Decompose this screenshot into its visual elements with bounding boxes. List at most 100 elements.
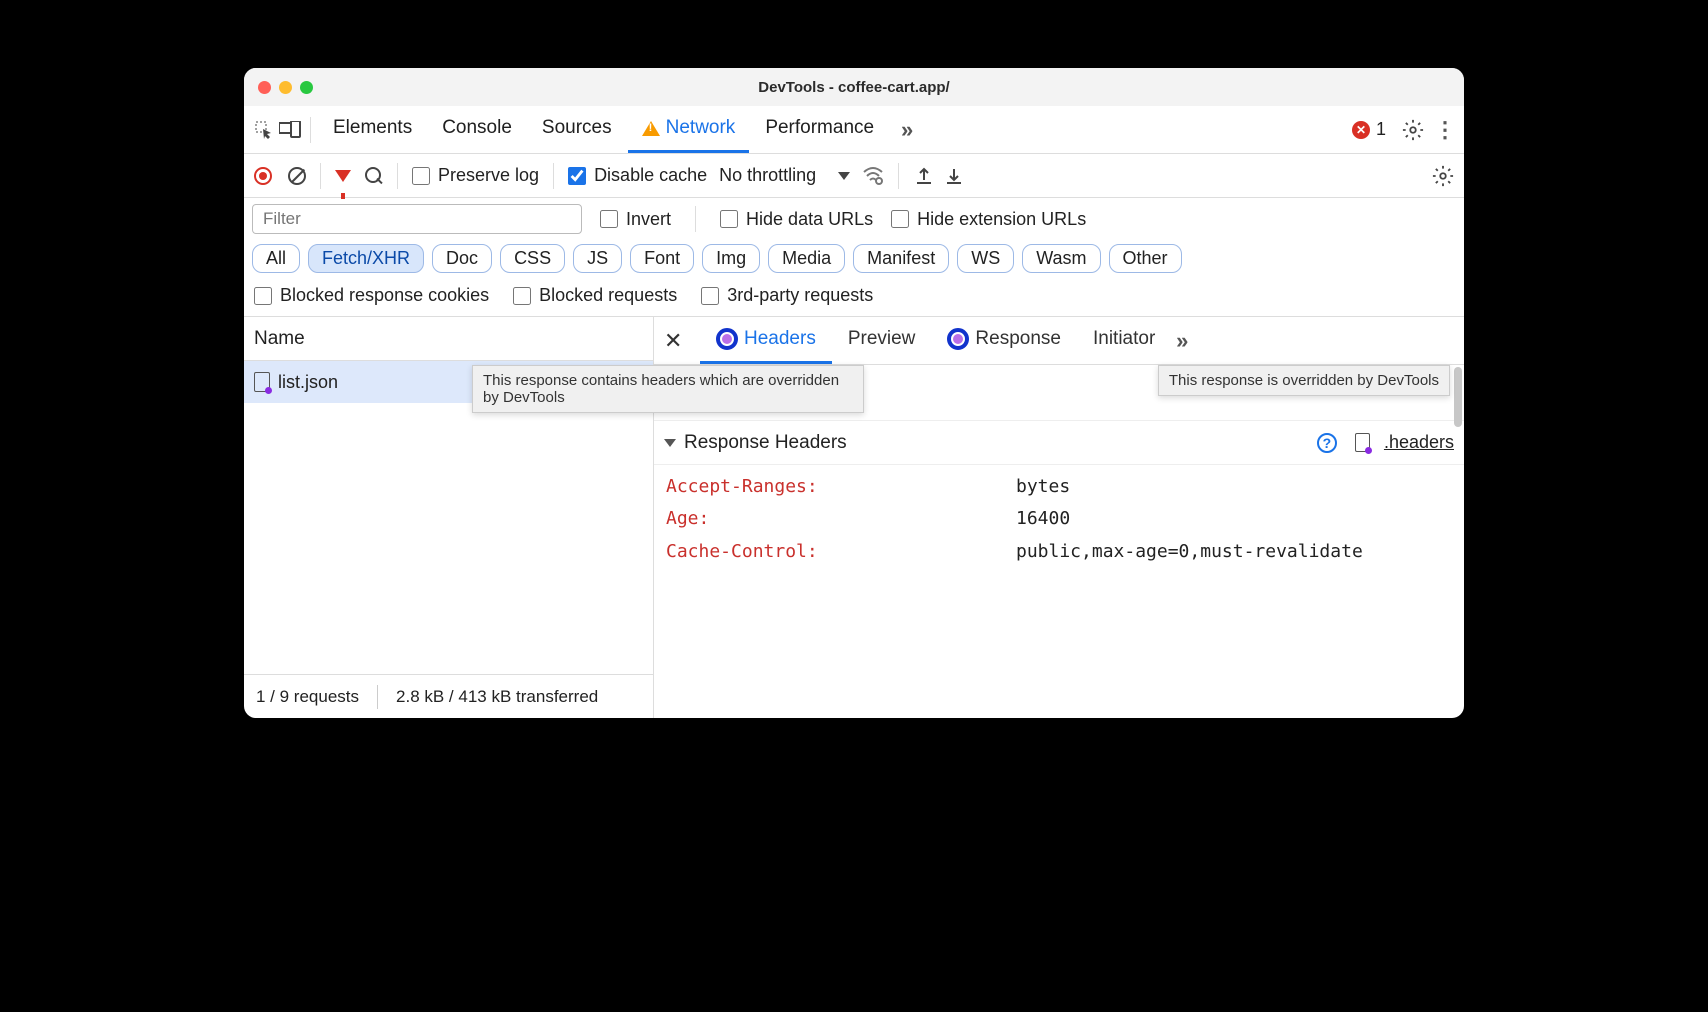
tab-headers[interactable]: Headers — [700, 317, 832, 364]
blocked-requests-checkbox[interactable]: Blocked requests — [513, 285, 677, 306]
chip-doc[interactable]: Doc — [432, 244, 492, 273]
search-icon[interactable] — [365, 167, 383, 185]
header-name: Accept-Ranges: — [666, 471, 1016, 503]
help-icon[interactable]: ? — [1317, 433, 1337, 453]
preserve-log-checkbox[interactable]: Preserve log — [412, 165, 539, 186]
disable-cache-label: Disable cache — [594, 165, 707, 186]
file-override-icon — [254, 372, 270, 392]
chip-css[interactable]: CSS — [500, 244, 565, 273]
disable-cache-input[interactable] — [568, 167, 586, 185]
tab-headers-label: Headers — [744, 328, 816, 350]
throttling-select[interactable]: No throttling — [715, 165, 854, 186]
divider — [553, 163, 554, 189]
tab-response[interactable]: Response — [931, 317, 1077, 364]
tab-network[interactable]: Network — [628, 106, 750, 153]
filter-row-3: Blocked response cookies Blocked request… — [244, 281, 1464, 317]
more-detail-tabs-icon[interactable]: » — [1171, 330, 1193, 352]
inspect-icon[interactable] — [252, 120, 276, 140]
blocked-response-cookies-input[interactable] — [254, 287, 272, 305]
chevron-down-icon — [838, 172, 850, 180]
invert-checkbox[interactable]: Invert — [600, 209, 671, 230]
response-headers-title[interactable]: Response Headers ? .headers — [654, 421, 1464, 465]
third-party-input[interactable] — [701, 287, 719, 305]
scrollbar-thumb[interactable] — [1454, 367, 1462, 427]
hide-extension-urls-input[interactable] — [891, 210, 909, 228]
chip-font[interactable]: Font — [630, 244, 694, 273]
divider — [377, 685, 378, 709]
close-details-button[interactable]: ✕ — [664, 328, 690, 354]
invert-input[interactable] — [600, 210, 618, 228]
chip-all[interactable]: All — [252, 244, 300, 273]
window-title: DevTools - coffee-cart.app/ — [244, 79, 1464, 96]
chip-fetch-xhr[interactable]: Fetch/XHR — [308, 244, 424, 273]
settings-icon[interactable] — [1402, 119, 1424, 141]
more-tabs-icon[interactable]: » — [896, 119, 918, 141]
tab-network-label: Network — [666, 117, 736, 139]
header-value: bytes — [1016, 471, 1452, 503]
error-count[interactable]: ✕ 1 — [1352, 119, 1386, 140]
details-tabs: ✕ Headers Preview Response Initiator » T… — [654, 317, 1464, 365]
devtools-window: DevTools - coffee-cart.app/ Elements Con… — [244, 68, 1464, 718]
disable-cache-checkbox[interactable]: Disable cache — [568, 165, 707, 186]
headers-file-icon — [1355, 433, 1370, 452]
filter-row-1: Invert Hide data URLs Hide extension URL… — [244, 198, 1464, 240]
error-count-value: 1 — [1376, 119, 1386, 140]
hide-data-urls-input[interactable] — [720, 210, 738, 228]
preserve-log-label: Preserve log — [438, 165, 539, 186]
chip-img[interactable]: Img — [702, 244, 760, 273]
throttling-value: No throttling — [719, 165, 816, 186]
filter-input[interactable] — [252, 204, 582, 234]
network-conditions-icon[interactable] — [862, 165, 884, 187]
divider — [310, 117, 311, 143]
tab-performance[interactable]: Performance — [751, 106, 888, 153]
hide-extension-urls-label: Hide extension URLs — [917, 209, 1086, 230]
clear-button[interactable] — [288, 167, 306, 185]
tab-sources[interactable]: Sources — [528, 106, 626, 153]
response-headers-label: Response Headers — [684, 432, 847, 454]
chip-manifest[interactable]: Manifest — [853, 244, 949, 273]
network-toolbar: Preserve log Disable cache No throttling — [244, 154, 1464, 198]
hide-extension-urls-checkbox[interactable]: Hide extension URLs — [891, 209, 1086, 230]
hide-data-urls-label: Hide data URLs — [746, 209, 873, 230]
warning-icon — [642, 121, 660, 136]
main-tabs: Elements Console Sources Network Perform… — [244, 106, 1464, 154]
status-count: 1 / 9 requests — [256, 687, 359, 707]
upload-icon[interactable] — [913, 165, 935, 187]
header-row: Age: 16400 — [666, 503, 1452, 535]
chip-media[interactable]: Media — [768, 244, 845, 273]
chip-js[interactable]: JS — [573, 244, 622, 273]
chip-wasm[interactable]: Wasm — [1022, 244, 1100, 273]
blocked-requests-input[interactable] — [513, 287, 531, 305]
preserve-log-input[interactable] — [412, 167, 430, 185]
panels: Name list.json 1 / 9 requests 2.8 kB / 4… — [244, 317, 1464, 718]
divider — [695, 206, 696, 232]
network-settings-icon[interactable] — [1432, 165, 1454, 187]
chip-other[interactable]: Other — [1109, 244, 1182, 273]
tab-preview[interactable]: Preview — [832, 317, 932, 364]
col-header-name[interactable]: Name — [244, 317, 653, 361]
chip-ws[interactable]: WS — [957, 244, 1014, 273]
tab-console[interactable]: Console — [428, 106, 526, 153]
tab-elements[interactable]: Elements — [319, 106, 426, 153]
header-row: Cache-Control: public,max-age=0,must-rev… — [666, 536, 1452, 568]
headers-list: Accept-Ranges: bytes Age: 16400 Cache-Co… — [654, 465, 1464, 574]
headers-link[interactable]: .headers — [1384, 432, 1454, 453]
device-toggle-icon[interactable] — [278, 121, 302, 139]
header-value: 16400 — [1016, 503, 1452, 535]
invert-label: Invert — [626, 209, 671, 230]
filter-chips: All Fetch/XHR Doc CSS JS Font Img Media … — [244, 240, 1464, 281]
download-icon[interactable] — [943, 165, 965, 187]
hide-data-urls-checkbox[interactable]: Hide data URLs — [720, 209, 873, 230]
blocked-response-cookies-checkbox[interactable]: Blocked response cookies — [254, 285, 489, 306]
collapse-icon — [664, 439, 676, 447]
header-name: Cache-Control: — [666, 536, 1016, 568]
header-value: public,max-age=0,must-revalidate — [1016, 536, 1452, 568]
tab-initiator[interactable]: Initiator — [1077, 317, 1171, 364]
record-button[interactable] — [254, 167, 272, 185]
third-party-checkbox[interactable]: 3rd-party requests — [701, 285, 873, 306]
kebab-menu-icon[interactable]: ⋮ — [1434, 119, 1456, 141]
status-bar: 1 / 9 requests 2.8 kB / 413 kB transferr… — [244, 674, 653, 718]
status-size: 2.8 kB / 413 kB transferred — [396, 687, 598, 707]
tab-response-label: Response — [975, 328, 1061, 350]
filter-icon[interactable] — [335, 170, 351, 182]
